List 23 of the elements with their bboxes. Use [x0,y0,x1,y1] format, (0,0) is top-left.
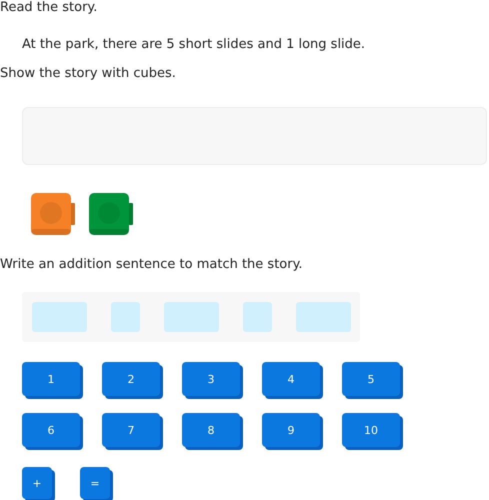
cube-icon[interactable] [88,191,134,237]
number-tile[interactable]: 3 [182,362,240,396]
answer-slot[interactable] [32,302,87,332]
story-text: At the park, there are 5 short slides and 1 long slide. [21,36,366,53]
answer-slot[interactable] [243,302,272,332]
number-tile[interactable]: 4 [262,362,320,396]
prompt-text: Write an addition sentence to match the story. [0,257,304,273]
answer-slot[interactable] [164,302,219,332]
cube-icon[interactable] [30,191,76,237]
number-tile[interactable]: 10 [342,413,400,447]
instruction-text: Read the story. [0,0,98,16]
number-tile[interactable]: 7 [102,413,160,447]
number-tile[interactable]: 1 [22,362,80,396]
answer-slot[interactable] [296,302,351,332]
prompt-text: Show the story with cubes. [0,66,177,82]
answer-slot[interactable] [111,302,140,332]
symbol-tile[interactable]: + [22,467,52,499]
number-tile[interactable]: 6 [22,413,80,447]
number-tile[interactable]: 5 [342,362,400,396]
number-tile[interactable]: 8 [182,413,240,447]
symbol-tile[interactable]: = [80,467,110,499]
number-tile[interactable]: 2 [102,362,160,396]
number-tile[interactable]: 9 [262,413,320,447]
